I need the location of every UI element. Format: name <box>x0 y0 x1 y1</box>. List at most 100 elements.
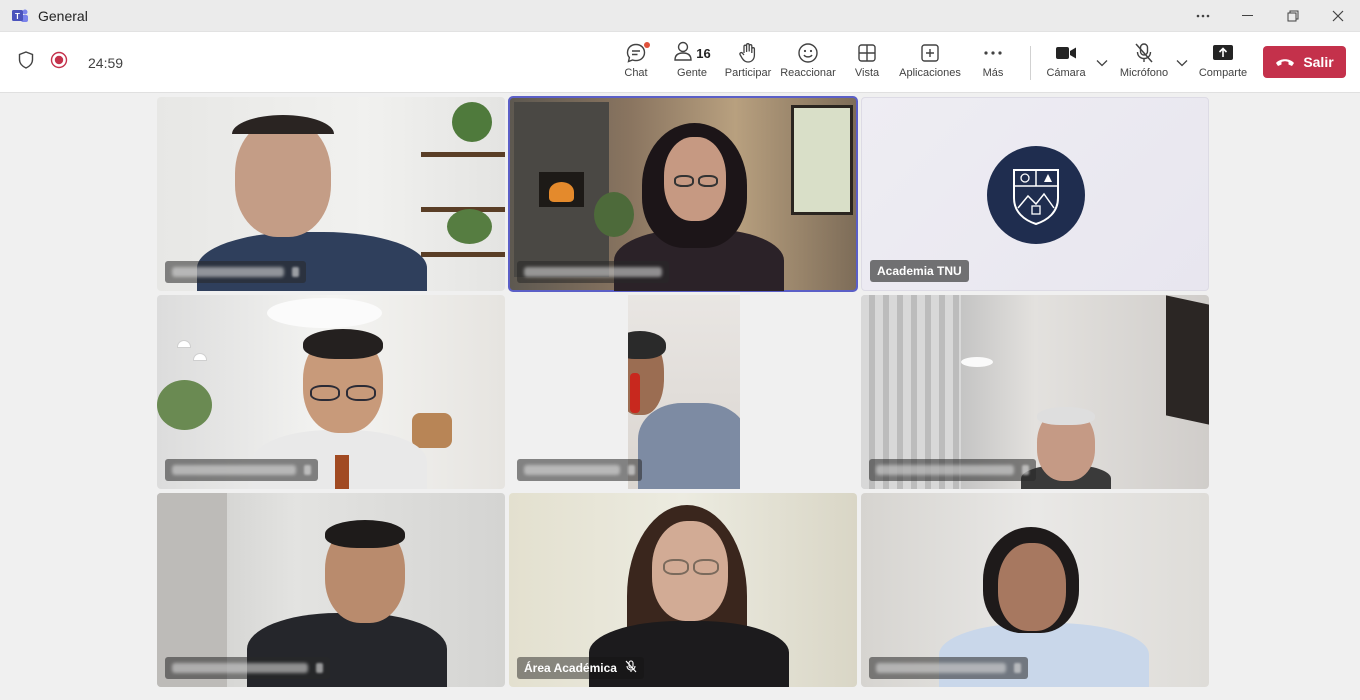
participant-name-tag <box>165 459 318 481</box>
teams-logo-icon: T <box>11 8 29 24</box>
participant-tile[interactable] <box>509 295 857 489</box>
participant-tile[interactable] <box>861 493 1209 687</box>
mic-status-icon <box>304 465 311 475</box>
shield-icon[interactable] <box>18 51 34 74</box>
plant <box>157 380 212 430</box>
person-hair <box>303 329 383 359</box>
participant-name-tag <box>517 459 642 481</box>
lamp <box>193 353 207 361</box>
svg-text:T: T <box>15 12 20 21</box>
minimize-icon[interactable] <box>1225 0 1270 32</box>
participant-tile[interactable] <box>157 97 505 291</box>
meeting-timer: 24:59 <box>88 54 124 71</box>
add-app-icon <box>920 41 940 65</box>
view-button[interactable]: Vista <box>852 41 882 87</box>
view-label: Vista <box>854 67 880 79</box>
glasses <box>693 559 719 575</box>
meeting-toolbar: 24:59 Chat 16 Gente Participar Reacciona… <box>0 32 1360 93</box>
plant <box>452 102 492 142</box>
hang-up-icon <box>1275 54 1295 70</box>
glasses <box>310 385 340 401</box>
camera-options-chevron-icon[interactable] <box>1095 56 1109 70</box>
person-head <box>998 543 1066 631</box>
mic-status-icon <box>316 663 323 673</box>
apps-button[interactable]: Aplicaciones <box>898 41 962 87</box>
chat-unread-badge <box>644 42 650 48</box>
participant-tile-area-academica[interactable]: Área Académica <box>509 493 857 687</box>
phone <box>630 373 640 413</box>
participant-tile[interactable] <box>157 493 505 687</box>
people-count: 16 <box>696 45 711 61</box>
more-label: Más <box>982 67 1004 79</box>
participant-name-tag <box>517 261 669 283</box>
blurred-name <box>524 267 662 277</box>
academy-crest-icon <box>1013 169 1059 226</box>
glasses <box>346 385 376 401</box>
close-icon[interactable] <box>1315 0 1360 32</box>
participant-tile-academia[interactable]: Academia TNU <box>861 97 1209 291</box>
person-head <box>235 119 331 237</box>
blurred-name <box>876 465 1014 475</box>
window-title: General <box>38 7 88 24</box>
share-button[interactable]: Comparte <box>1198 41 1248 87</box>
lamp <box>177 340 191 348</box>
smiley-icon <box>797 41 819 65</box>
raise-hand-button[interactable]: Participar <box>724 41 772 87</box>
more-options-icon[interactable] <box>1180 0 1225 32</box>
chat-label: Chat <box>624 67 648 79</box>
participant-tile[interactable] <box>861 295 1209 489</box>
participant-name: Academia TNU <box>877 264 962 278</box>
camera-button[interactable]: Cámara <box>1046 41 1086 87</box>
blurred-name <box>172 663 308 673</box>
raise-hand-label: Participar <box>724 67 772 79</box>
leave-button[interactable]: Salir <box>1263 46 1346 78</box>
restore-icon[interactable] <box>1270 0 1315 32</box>
share-label: Comparte <box>1198 67 1248 79</box>
light-spot <box>961 357 993 367</box>
mic-status-icon <box>1022 465 1029 475</box>
mic-options-chevron-icon[interactable] <box>1175 56 1189 70</box>
participant-name-tag: Área Académica <box>517 657 644 679</box>
microphone-button[interactable]: Micrófono <box>1118 41 1170 87</box>
person-hair <box>1037 407 1095 425</box>
people-icon-wrap: 16 <box>673 40 711 67</box>
blurred-name <box>172 267 284 277</box>
person-hair <box>325 520 405 548</box>
people-icon <box>673 40 693 67</box>
glasses <box>698 175 718 187</box>
ceiling-light <box>267 298 382 328</box>
toolbar-divider <box>1030 46 1031 80</box>
blurred-name <box>172 465 296 475</box>
mic-muted-icon <box>625 660 637 676</box>
react-button[interactable]: Reaccionar <box>780 41 836 87</box>
microphone-label: Micrófono <box>1119 67 1169 79</box>
camera-label: Cámara <box>1046 67 1086 79</box>
chat-icon <box>625 41 650 65</box>
tie <box>335 455 349 489</box>
shelf <box>421 252 505 257</box>
more-button[interactable]: Más <box>978 41 1008 87</box>
participant-name-tag <box>165 261 306 283</box>
blurred-name <box>524 465 620 475</box>
grid-view-icon <box>857 41 877 65</box>
apps-label: Aplicaciones <box>899 67 961 79</box>
video-camera-icon <box>1055 41 1077 65</box>
hand-icon <box>737 41 759 65</box>
participant-name-tag: Academia TNU <box>870 260 969 282</box>
mic-status-icon <box>1014 663 1021 673</box>
chair <box>412 413 452 448</box>
people-button[interactable]: 16 Gente <box>672 41 712 87</box>
more-dots-icon <box>983 41 1003 65</box>
fire <box>549 182 574 202</box>
chat-button[interactable]: Chat <box>622 41 650 87</box>
person-body <box>638 403 740 489</box>
participant-tile[interactable] <box>157 295 505 489</box>
participant-name-tag <box>869 459 1036 481</box>
portrait-video <box>628 295 740 489</box>
glasses <box>663 559 689 575</box>
window <box>791 105 853 215</box>
dark-frame <box>1166 295 1209 425</box>
recording-icon[interactable] <box>50 51 68 74</box>
avatar <box>987 146 1085 244</box>
participant-tile-active-speaker[interactable] <box>508 96 858 292</box>
